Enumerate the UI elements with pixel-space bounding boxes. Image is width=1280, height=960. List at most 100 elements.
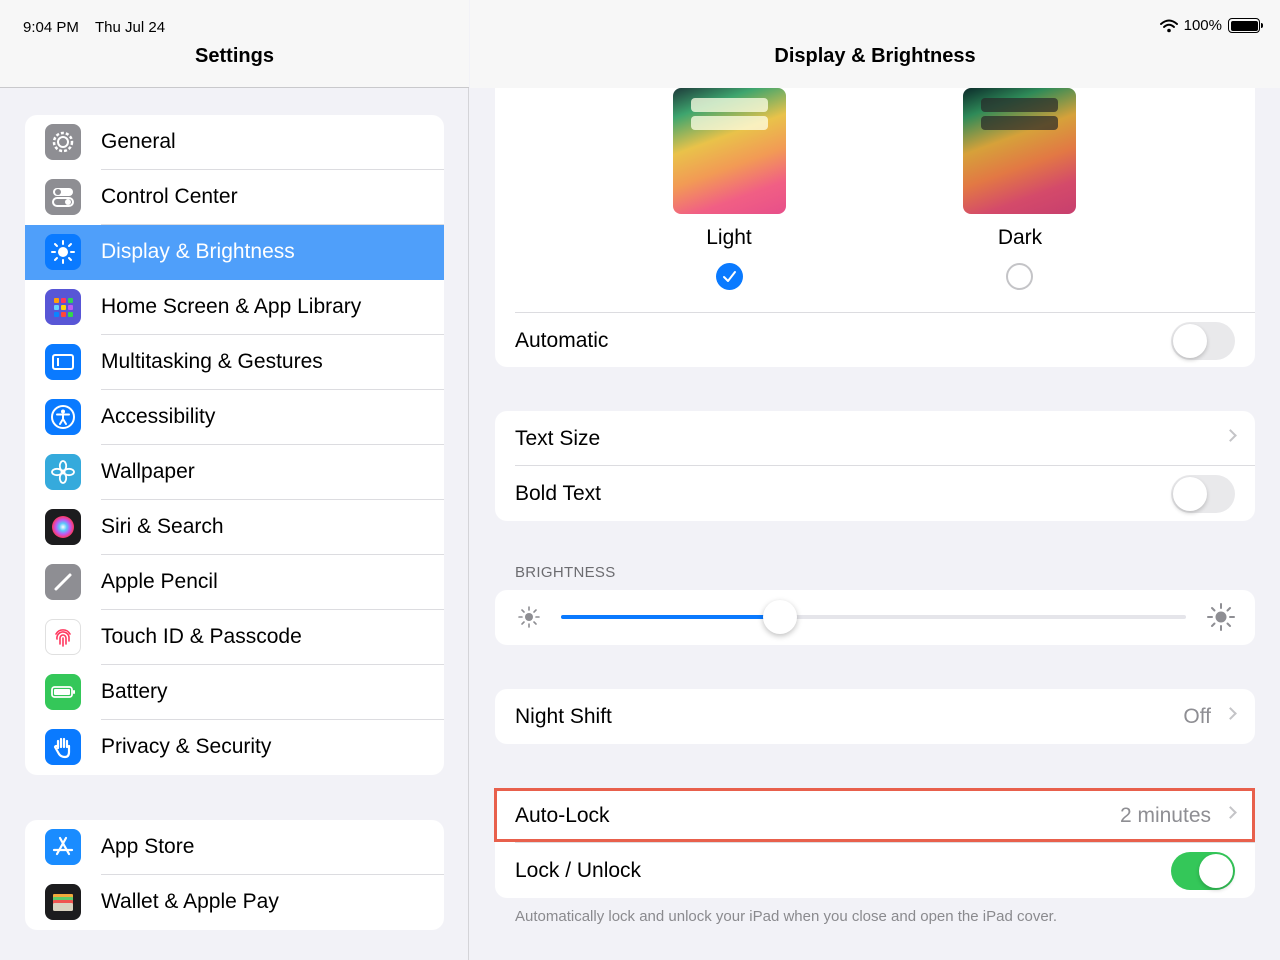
sidebar-item-general[interactable]: General [25, 115, 444, 170]
sidebar-item-label: Accessibility [101, 405, 216, 428]
automatic-label: Automatic [515, 329, 609, 352]
sidebar-item-label: Battery [101, 680, 168, 703]
text-size-row[interactable]: Text Size [495, 411, 1255, 466]
toggles-icon [45, 179, 81, 215]
light-mode-radio[interactable] [716, 263, 743, 290]
preview-widget-bar [691, 116, 768, 130]
sidebar-item-label: Apple Pencil [101, 570, 218, 593]
multitasking-icon [45, 344, 81, 380]
sidebar-item-siri[interactable]: Siri & Search [25, 500, 444, 555]
sun-icon [45, 234, 81, 270]
lock-unlock-toggle[interactable] [1171, 852, 1235, 890]
light-mode-label: Light [706, 226, 752, 249]
battery-status-icon [1228, 18, 1263, 33]
sidebar-item-label: Display & Brightness [101, 240, 295, 263]
battery-percent: 100% [1183, 17, 1222, 34]
pencil-icon [45, 564, 81, 600]
sidebar-item-touch-id[interactable]: Touch ID & Passcode [25, 610, 444, 665]
chevron-right-icon [1224, 707, 1237, 720]
text-size-label: Text Size [515, 427, 601, 450]
sidebar-item-multitasking[interactable]: Multitasking & Gestures [25, 335, 444, 390]
settings-group-main: General Control Center Display & Brightn… [25, 115, 444, 775]
preview-widget-bar [981, 116, 1058, 130]
text-card: Text Size Bold Text [495, 411, 1255, 521]
sidebar-item-app-store[interactable]: App Store [25, 820, 444, 875]
bold-text-label: Bold Text [515, 482, 601, 505]
toggle-knob [1173, 324, 1207, 358]
page-title: Display & Brightness [774, 45, 976, 67]
sidebar-item-wallpaper[interactable]: Wallpaper [25, 445, 444, 500]
sidebar-item-control-center[interactable]: Control Center [25, 170, 444, 225]
wallet-icon [45, 884, 81, 920]
auto-lock-value: 2 minutes [1119, 804, 1211, 827]
dark-appearance-preview[interactable] [963, 88, 1076, 214]
slider-fill [561, 615, 780, 619]
preview-widget-bar [691, 98, 768, 112]
appearance-card: Light Dark Automatic [495, 40, 1255, 367]
wifi-icon [1159, 19, 1178, 32]
automatic-toggle[interactable] [1171, 322, 1235, 360]
sun-large-icon [1207, 603, 1235, 631]
brightness-card [495, 590, 1255, 645]
sidebar-item-wallet[interactable]: Wallet & Apple Pay [25, 875, 444, 930]
sidebar-item-display-brightness[interactable]: Display & Brightness [25, 225, 444, 280]
sidebar-item-label: Multitasking & Gestures [101, 350, 323, 373]
sidebar-item-label: Touch ID & Passcode [101, 625, 302, 648]
sidebar-item-label: Privacy & Security [101, 735, 272, 758]
bold-text-row: Bold Text [495, 466, 1255, 521]
sidebar-item-label: Wallet & Apple Pay [101, 890, 279, 913]
sidebar-item-apple-pencil[interactable]: Apple Pencil [25, 555, 444, 610]
settings-group-store: App Store Wallet & Apple Pay [25, 820, 444, 930]
sidebar-item-label: App Store [101, 835, 195, 858]
sun-small-icon [518, 606, 540, 628]
sidebar-item-label: General [101, 130, 176, 153]
lock-unlock-label: Lock / Unlock [515, 859, 642, 882]
sidebar-header: 9:04 PM Thu Jul 24 Settings [0, 0, 469, 88]
gear-icon [45, 124, 81, 160]
toggle-knob [1173, 477, 1207, 511]
sidebar-item-label: Wallpaper [101, 460, 195, 483]
night-shift-card: Night Shift Off [495, 689, 1255, 744]
sidebar-item-label: Siri & Search [101, 515, 224, 538]
sidebar-item-home-screen[interactable]: Home Screen & App Library [25, 280, 444, 335]
chevron-right-icon [1224, 429, 1237, 442]
dark-mode-label: Dark [997, 226, 1043, 249]
siri-icon [45, 509, 81, 545]
hand-icon [45, 729, 81, 765]
preview-widget-bar [981, 98, 1058, 112]
appstore-icon [45, 829, 81, 865]
auto-lock-label: Auto-Lock [515, 804, 610, 827]
brightness-section-label: BRIGHTNESS [515, 564, 616, 581]
chevron-right-icon [1224, 806, 1237, 819]
night-shift-label: Night Shift [515, 705, 612, 728]
lock-unlock-row: Lock / Unlock [495, 843, 1255, 898]
dark-mode-radio[interactable] [1006, 263, 1033, 290]
toggle-knob [1199, 854, 1233, 888]
sidebar-item-privacy[interactable]: Privacy & Security [25, 720, 444, 775]
sidebar: 9:04 PM Thu Jul 24 Settings General Cont… [0, 0, 469, 960]
brightness-slider[interactable] [561, 600, 1186, 634]
battery-icon [45, 674, 81, 710]
auto-lock-row[interactable]: Auto-Lock 2 minutes [495, 788, 1255, 843]
automatic-row: Automatic [495, 313, 1255, 368]
sidebar-item-label: Home Screen & App Library [101, 295, 362, 318]
detail-panel: Light Dark Automatic 100% Display & Brig… [470, 0, 1280, 960]
status-date: Thu Jul 24 [95, 19, 166, 36]
lock-unlock-footnote: Automatically lock and unlock your iPad … [515, 908, 1057, 925]
sidebar-item-battery[interactable]: Battery [25, 665, 444, 720]
status-time: 9:04 PM [23, 19, 79, 36]
sidebar-title: Settings [195, 45, 274, 67]
slider-knob[interactable] [763, 600, 797, 634]
light-appearance-preview[interactable] [673, 88, 786, 214]
sidebar-item-accessibility[interactable]: Accessibility [25, 390, 444, 445]
night-shift-row[interactable]: Night Shift Off [495, 689, 1255, 744]
checkmark-icon [723, 271, 736, 282]
status-bar-right: 100% [1159, 17, 1263, 34]
grid-icon [45, 289, 81, 325]
night-shift-value: Off [1183, 705, 1211, 728]
bold-text-toggle[interactable] [1171, 475, 1235, 513]
accessibility-icon [45, 399, 81, 435]
lock-card: Auto-Lock 2 minutes Lock / Unlock [495, 788, 1255, 898]
fingerprint-icon [45, 619, 81, 655]
main-header: 100% Display & Brightness [470, 0, 1280, 88]
